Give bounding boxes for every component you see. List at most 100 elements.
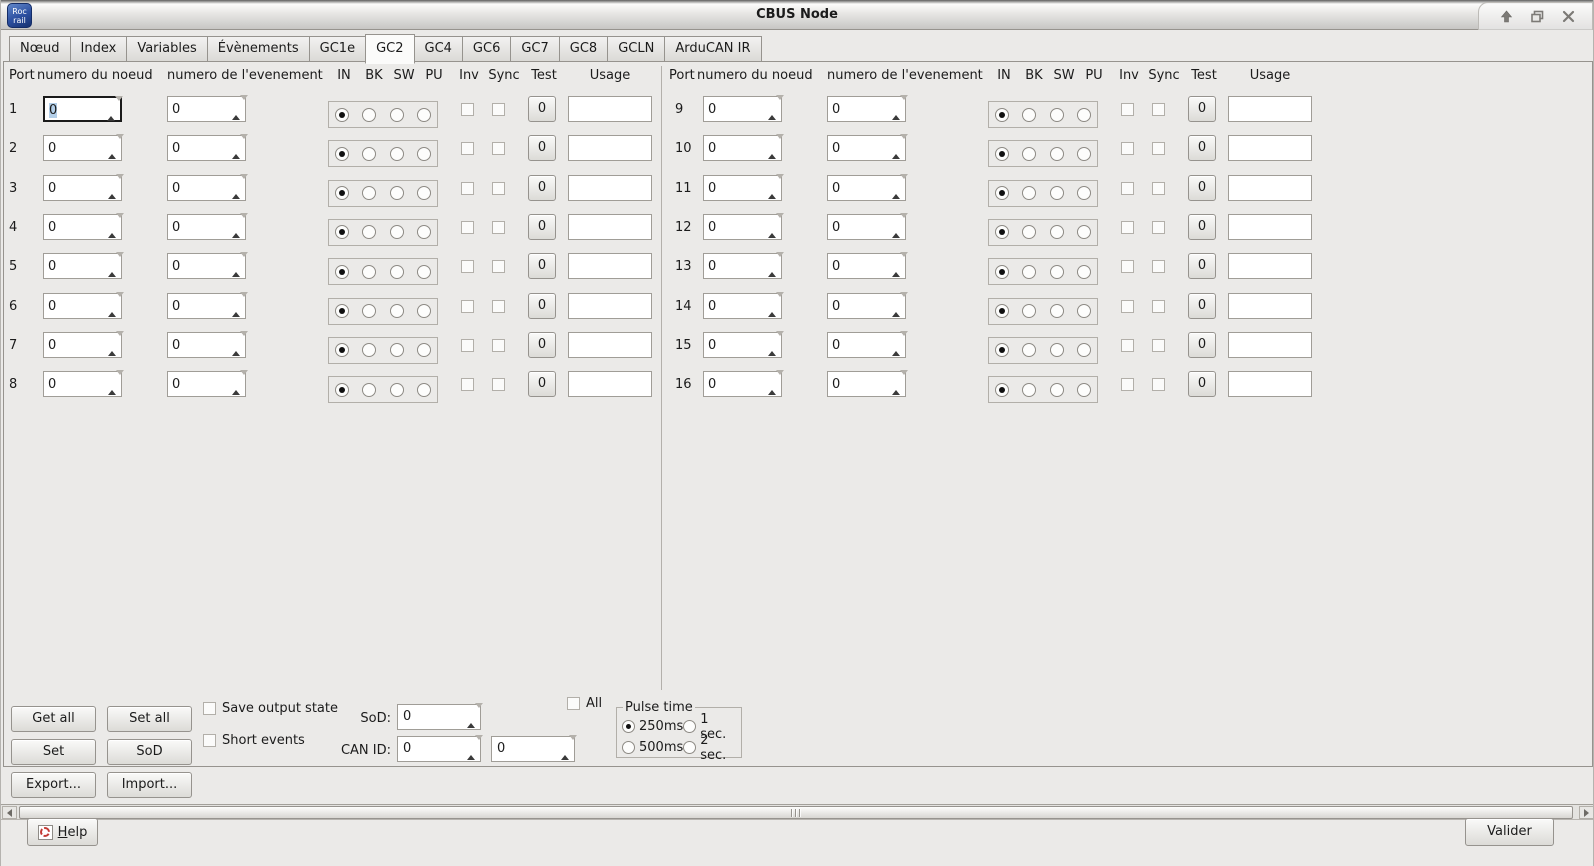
- type-sw-radio[interactable]: [1050, 383, 1064, 397]
- spin-arrows[interactable]: [768, 179, 777, 199]
- spin-up-icon[interactable]: [232, 375, 240, 395]
- tab-gcln[interactable]: GCLN: [607, 36, 665, 62]
- spin-arrows[interactable]: [108, 218, 117, 238]
- tab-gc8[interactable]: GC8: [559, 36, 608, 62]
- spin-up-icon[interactable]: [232, 100, 240, 120]
- close-icon[interactable]: [1561, 9, 1576, 24]
- test-button[interactable]: 0: [528, 135, 556, 161]
- test-button[interactable]: 0: [1188, 293, 1216, 319]
- spin-down-icon[interactable]: [115, 96, 123, 116]
- node-number-spinner[interactable]: 0: [703, 175, 782, 201]
- sync-checkbox[interactable]: [492, 300, 505, 313]
- type-bk-radio[interactable]: [1022, 225, 1036, 239]
- sync-checkbox[interactable]: [1152, 339, 1165, 352]
- spin-down-icon[interactable]: [776, 95, 784, 115]
- event-number-spinner[interactable]: 0: [167, 175, 246, 201]
- spin-up-icon[interactable]: [768, 336, 776, 356]
- type-sw-radio[interactable]: [1050, 343, 1064, 357]
- pulse-option-2-sec[interactable]: 2 sec.: [683, 733, 736, 763]
- node-number-spinner[interactable]: 0: [703, 135, 782, 161]
- event-number-spinner[interactable]: 0: [827, 253, 906, 279]
- spin-up-icon[interactable]: [768, 139, 776, 159]
- sync-checkbox[interactable]: [1152, 378, 1165, 391]
- spin-up-icon[interactable]: [108, 179, 116, 199]
- help-button[interactable]: Help: [27, 818, 98, 846]
- node-number-spinner[interactable]: 0: [703, 253, 782, 279]
- spin-up-icon[interactable]: [892, 257, 900, 277]
- inv-checkbox[interactable]: [461, 103, 474, 116]
- type-in-radio[interactable]: [995, 304, 1009, 318]
- type-sw-radio[interactable]: [390, 304, 404, 318]
- spin-down-icon[interactable]: [900, 292, 908, 312]
- node-number-spinner[interactable]: 0: [703, 293, 782, 319]
- maximize-icon[interactable]: [1530, 9, 1545, 24]
- spin-up-icon[interactable]: [892, 297, 900, 317]
- type-bk-radio[interactable]: [1022, 265, 1036, 279]
- spin-down-icon[interactable]: [116, 213, 124, 233]
- inv-checkbox[interactable]: [1121, 221, 1134, 234]
- spin-down-icon[interactable]: [240, 292, 248, 312]
- sync-checkbox[interactable]: [492, 103, 505, 116]
- spin-up-icon[interactable]: [892, 100, 900, 120]
- usage-input[interactable]: [1228, 135, 1312, 161]
- spin-down-icon[interactable]: [900, 370, 908, 390]
- sync-checkbox[interactable]: [1152, 260, 1165, 273]
- usage-input[interactable]: [568, 96, 652, 122]
- sync-checkbox[interactable]: [1152, 103, 1165, 116]
- sync-checkbox[interactable]: [1152, 182, 1165, 195]
- test-button[interactable]: 0: [528, 175, 556, 201]
- spin-arrows[interactable]: [467, 708, 476, 728]
- inv-checkbox[interactable]: [1121, 300, 1134, 313]
- type-in-radio[interactable]: [995, 225, 1009, 239]
- pulse-radio-500ms[interactable]: [622, 741, 635, 754]
- type-bk-radio[interactable]: [1022, 186, 1036, 200]
- scroll-left-button[interactable]: [2, 806, 17, 819]
- usage-input[interactable]: [1228, 253, 1312, 279]
- type-bk-radio[interactable]: [362, 108, 376, 122]
- spin-arrows[interactable]: [467, 740, 476, 760]
- event-number-spinner[interactable]: 0: [827, 135, 906, 161]
- spin-down-icon[interactable]: [116, 134, 124, 154]
- node-number-spinner[interactable]: 0: [43, 135, 122, 161]
- type-pu-radio[interactable]: [417, 304, 431, 318]
- node-number-spinner[interactable]: 0: [703, 214, 782, 240]
- test-button[interactable]: 0: [528, 96, 556, 122]
- spin-down-icon[interactable]: [116, 331, 124, 351]
- spin-up-icon[interactable]: [768, 100, 776, 120]
- spin-arrows[interactable]: [108, 179, 117, 199]
- sync-checkbox[interactable]: [1152, 221, 1165, 234]
- inv-checkbox[interactable]: [1121, 378, 1134, 391]
- type-bk-radio[interactable]: [362, 383, 376, 397]
- tab-n-ud[interactable]: Nœud: [9, 36, 71, 62]
- test-button[interactable]: 0: [1188, 332, 1216, 358]
- horizontal-scrollbar[interactable]: [1, 804, 1594, 820]
- type-in-radio[interactable]: [335, 147, 349, 161]
- event-number-spinner[interactable]: 0: [167, 135, 246, 161]
- type-sw-radio[interactable]: [1050, 304, 1064, 318]
- all-checkbox[interactable]: [567, 697, 580, 710]
- test-button[interactable]: 0: [1188, 96, 1216, 122]
- spin-arrows[interactable]: [768, 336, 777, 356]
- node-number-spinner[interactable]: 0: [43, 175, 122, 201]
- event-number-spinner[interactable]: 0: [827, 214, 906, 240]
- pulse-option-250ms[interactable]: 250ms: [622, 719, 683, 734]
- node-number-spinner[interactable]: 0: [43, 371, 122, 397]
- test-button[interactable]: 0: [528, 214, 556, 240]
- inv-checkbox[interactable]: [461, 260, 474, 273]
- spin-down-icon[interactable]: [240, 134, 248, 154]
- spin-arrows[interactable]: [892, 375, 901, 395]
- sync-checkbox[interactable]: [1152, 300, 1165, 313]
- spin-arrows[interactable]: [768, 375, 777, 395]
- spin-up-icon[interactable]: [232, 179, 240, 199]
- type-bk-radio[interactable]: [1022, 147, 1036, 161]
- short-events-checkbox[interactable]: [203, 734, 216, 747]
- spin-arrows[interactable]: [768, 297, 777, 317]
- node-number-spinner[interactable]: 0: [43, 214, 122, 240]
- spin-arrows[interactable]: [892, 297, 901, 317]
- usage-input[interactable]: [568, 214, 652, 240]
- spin-up-icon[interactable]: [108, 375, 116, 395]
- spin-up-icon[interactable]: [232, 218, 240, 238]
- spin-arrows[interactable]: [768, 139, 777, 159]
- type-pu-radio[interactable]: [417, 108, 431, 122]
- spin-arrows[interactable]: [108, 257, 117, 277]
